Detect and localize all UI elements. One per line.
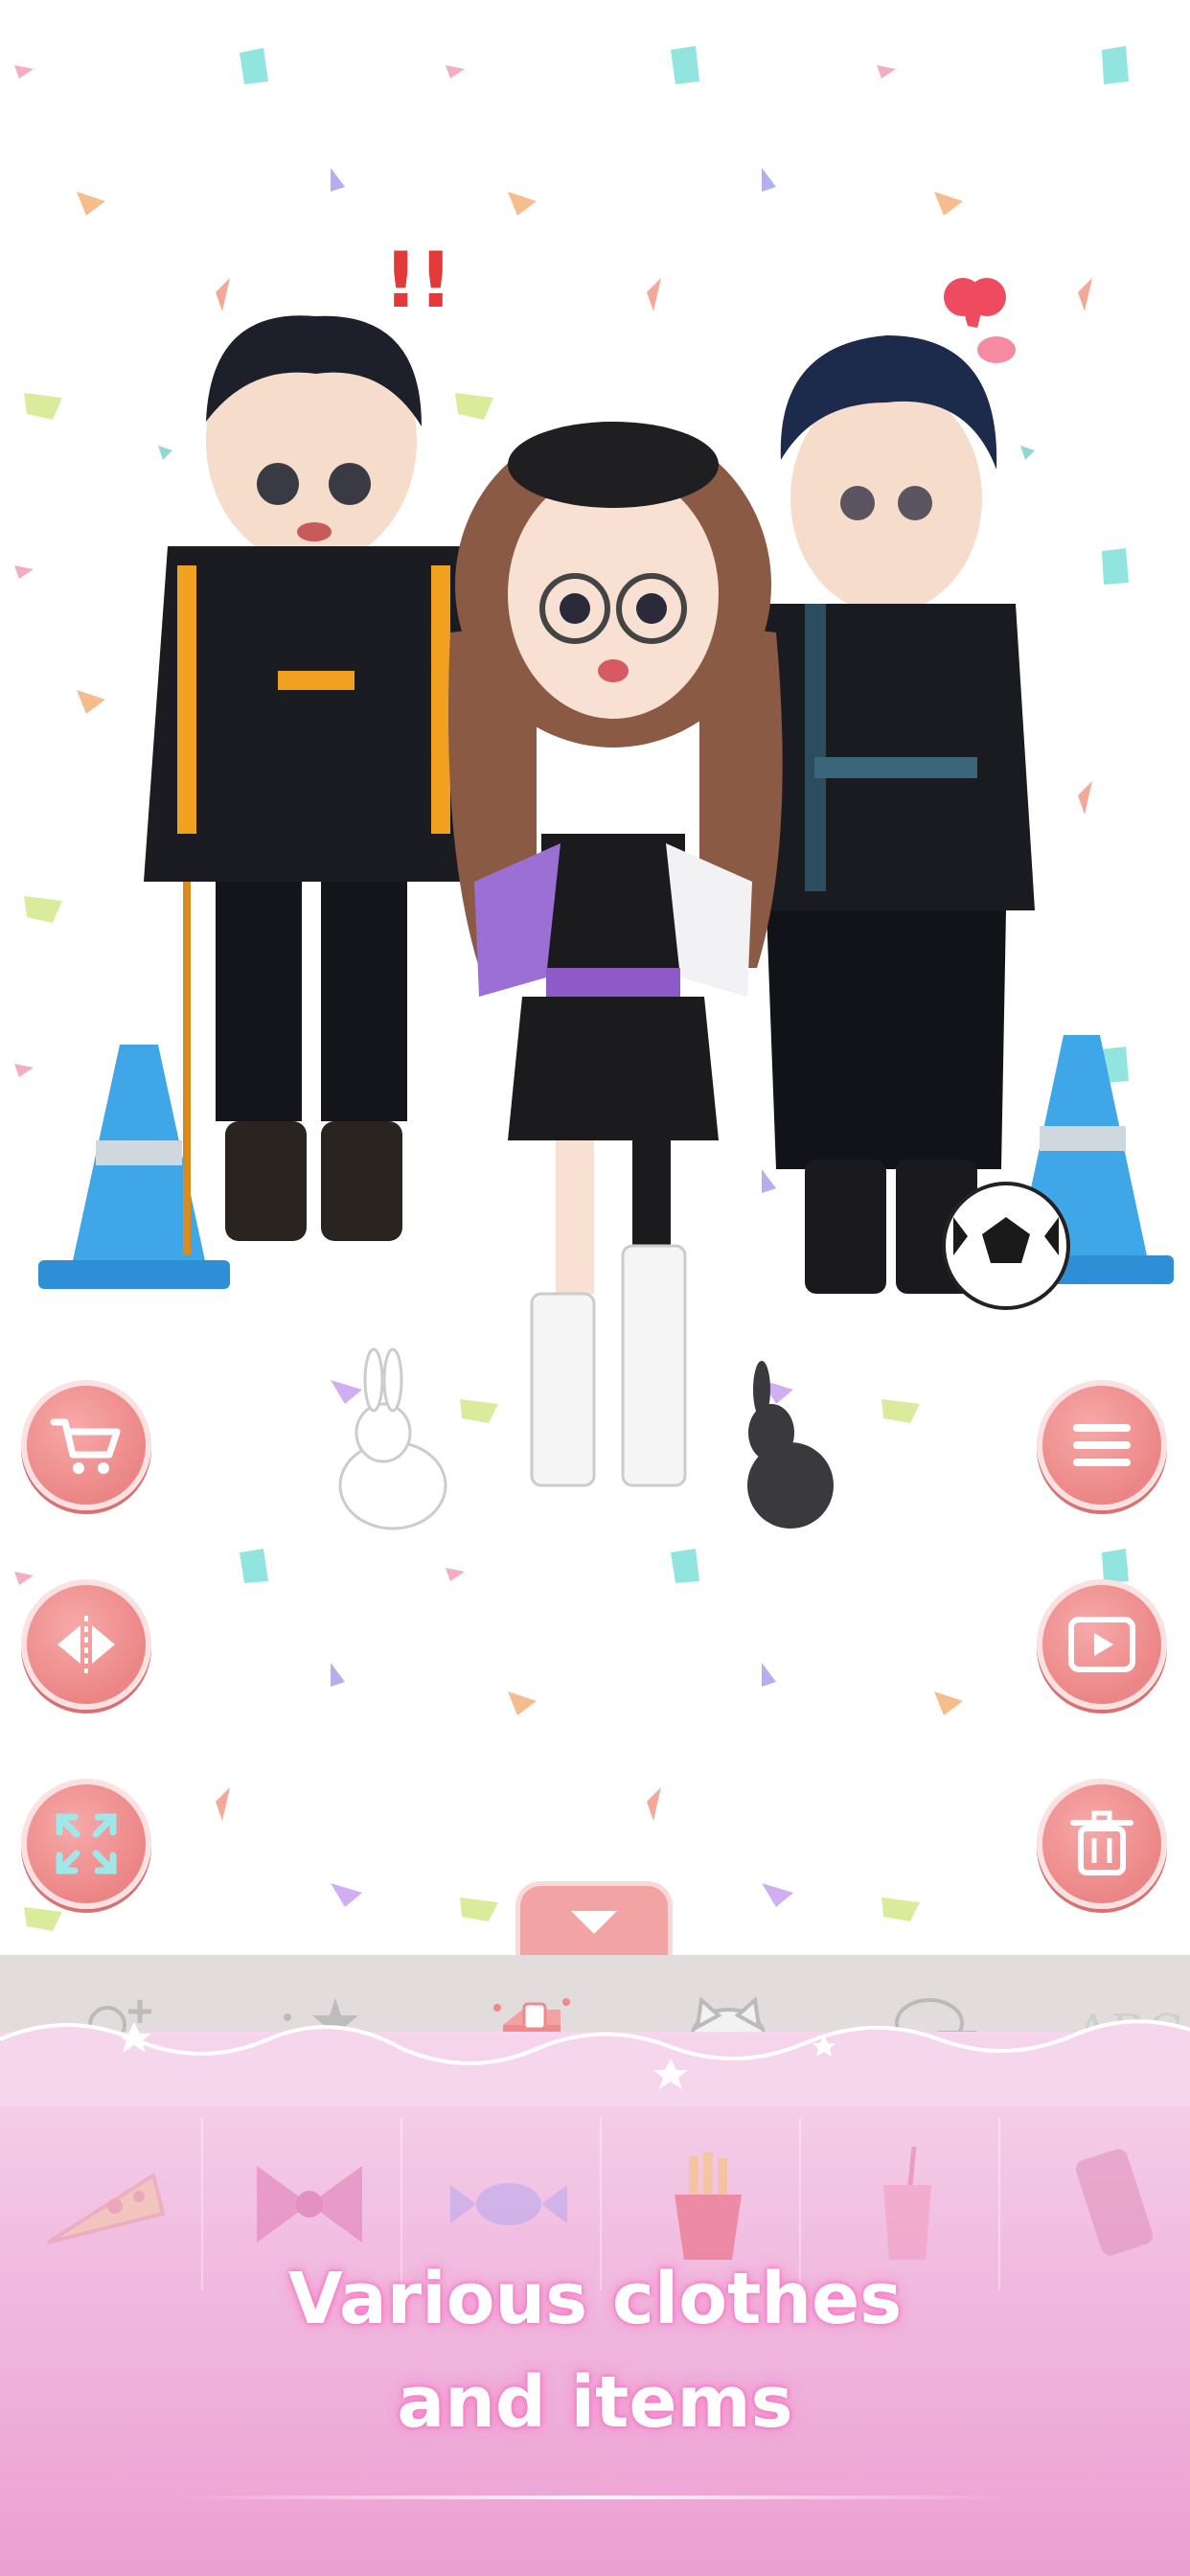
chevron-down-icon <box>571 1910 617 1934</box>
dress-up-stage[interactable]: !! <box>0 0 1190 1955</box>
flip-icon <box>57 1616 115 1673</box>
phone-icon <box>1075 2149 1154 2256</box>
cloud-edge-decoration <box>0 2019 1190 2106</box>
menu-button[interactable] <box>1037 1380 1167 1510</box>
shop-button[interactable] <box>21 1380 151 1510</box>
expand-button[interactable] <box>21 1779 151 1909</box>
traffic-cone-left <box>38 1045 230 1289</box>
svg-text:!!: !! <box>383 236 453 325</box>
delete-button[interactable] <box>1037 1779 1167 1909</box>
bow-icon <box>257 2166 362 2242</box>
character-boy-left[interactable]: !! <box>144 236 479 1255</box>
black-bunny <box>747 1361 834 1529</box>
caption-line-1: Various clothes <box>287 2258 903 2340</box>
collapse-panel-button[interactable] <box>515 1881 673 1955</box>
video-button[interactable] <box>1037 1579 1167 1710</box>
character-girl-center[interactable] <box>448 422 783 1487</box>
pizza-icon <box>46 2172 166 2244</box>
white-bunny <box>338 1347 447 1530</box>
characters-illustration[interactable]: !! <box>0 220 1190 1792</box>
soccer-ball <box>942 1182 1070 1310</box>
video-icon <box>1068 1617 1135 1672</box>
menu-icon <box>1073 1424 1131 1466</box>
expand-icon <box>56 1813 117 1874</box>
cart-icon <box>50 1418 121 1474</box>
character-boy-right[interactable] <box>747 278 1035 1294</box>
flip-button[interactable] <box>21 1579 151 1710</box>
drink-icon <box>883 2147 931 2260</box>
candy-icon <box>450 2183 567 2225</box>
promo-caption: Various clothes and items <box>0 2247 1190 2454</box>
caption-line-2: and items <box>397 2361 793 2444</box>
fries-icon <box>675 2152 742 2260</box>
trash-icon <box>1070 1810 1133 1875</box>
home-indicator <box>172 2496 1016 2499</box>
